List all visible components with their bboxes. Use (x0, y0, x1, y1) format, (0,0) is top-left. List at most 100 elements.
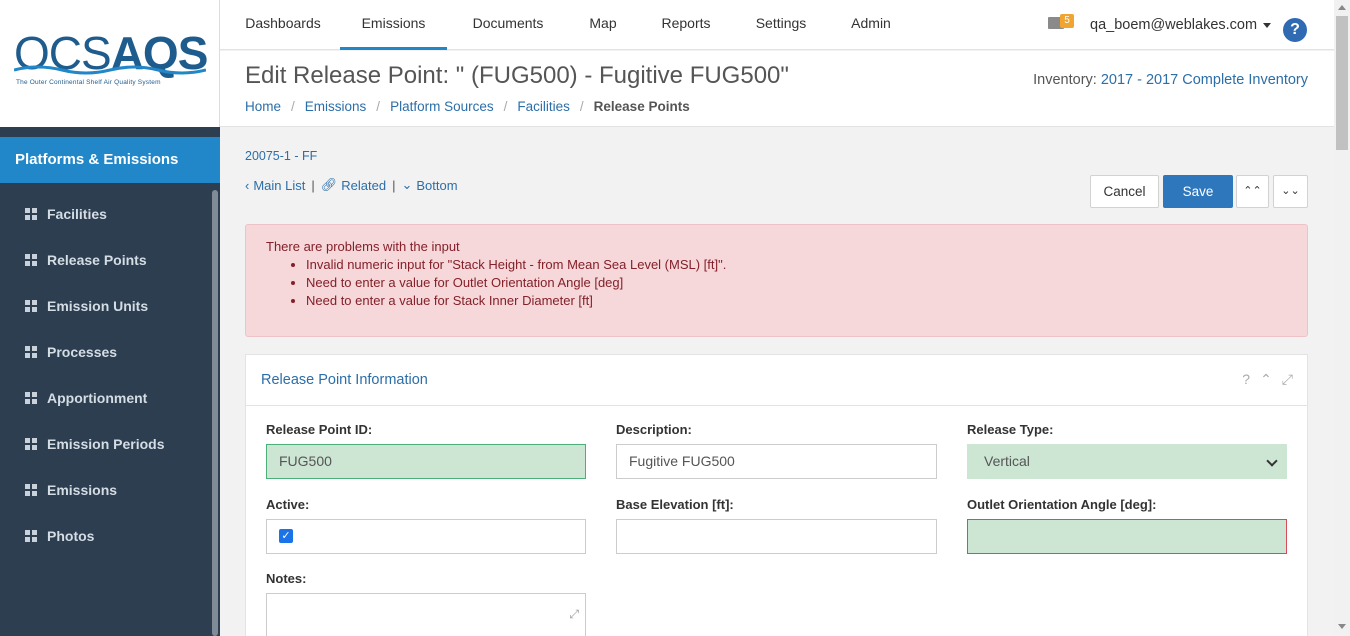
page-header: Edit Release Point: " (FUG500) - Fugitiv… (220, 51, 1334, 127)
active-field: ✓ (266, 519, 586, 554)
sidebar-item-emission-units[interactable]: Emission Units (0, 283, 210, 329)
sidebar-item-release-points[interactable]: Release Points (0, 237, 210, 283)
panel-title: Release Point Information (261, 372, 428, 388)
record-identifier[interactable]: 20075-1 - FF (245, 149, 317, 163)
inventory-label: Inventory: (1033, 72, 1097, 88)
sidebar-item-label: Release Points (47, 252, 147, 268)
cancel-button[interactable]: Cancel (1090, 175, 1159, 208)
release-point-id-field[interactable]: FUG500 (266, 444, 586, 479)
tab-map[interactable]: Map (588, 0, 618, 50)
scroll-thumb[interactable] (1336, 16, 1348, 150)
grid-icon (25, 300, 37, 312)
sidebar-item-emissions[interactable]: Emissions (0, 467, 210, 513)
resize-icon[interactable]: ⤢ (569, 598, 579, 631)
inventory-link[interactable]: 2017 - 2017 Complete Inventory (1101, 72, 1308, 88)
outlet-angle-field[interactable] (967, 519, 1287, 554)
chevron-up-icon[interactable]: ⌃ (1260, 371, 1272, 388)
sidebar-item-label: Facilities (47, 206, 107, 222)
sidebar-scrollbar[interactable] (212, 190, 218, 636)
breadcrumb-home[interactable]: Home (245, 99, 281, 114)
sidebar-item-apportionment[interactable]: Apportionment (0, 375, 210, 421)
sidebar-item-processes[interactable]: Processes (0, 329, 210, 375)
alert-item: Need to enter a value for Stack Inner Di… (306, 292, 1287, 310)
help-icon[interactable]: ? (1283, 18, 1307, 42)
active-checkbox[interactable]: ✓ (279, 529, 293, 543)
expand-icon[interactable]: ⤢ (1282, 371, 1293, 388)
alert-list: Invalid numeric input for "Stack Height … (306, 256, 1287, 310)
sidebar-item-label: Photos (47, 528, 95, 544)
page-title: Edit Release Point: " (FUG500) - Fugitiv… (245, 62, 789, 89)
base-elevation-label: Base Elevation [ft]: (616, 497, 734, 512)
breadcrumb-platform-sources[interactable]: Platform Sources (390, 99, 494, 114)
sidebar-item-label: Emissions (47, 482, 118, 498)
sidebar-item-label: Apportionment (47, 390, 148, 406)
sidebar-header[interactable]: Platforms & Emissions (0, 137, 220, 183)
tab-admin[interactable]: Admin (850, 0, 892, 50)
validation-alert: There are problems with the input Invali… (245, 224, 1308, 337)
base-elevation-field[interactable] (616, 519, 937, 554)
active-label: Active: (266, 497, 310, 512)
caret-down-icon (1263, 22, 1272, 28)
scroll-up-icon[interactable] (1338, 5, 1346, 10)
alert-item: Invalid numeric input for "Stack Height … (306, 256, 1287, 274)
chevron-down-icon: ⌄ (401, 177, 413, 192)
chevron-double-up-icon[interactable]: ⌃⌃ (1236, 175, 1269, 208)
description-field[interactable]: Fugitive FUG500 (616, 444, 937, 479)
release-point-panel: Release Point Information ? ⌃ ⤢ Release … (245, 354, 1308, 636)
main-list-link[interactable]: Main List (253, 178, 305, 193)
top-nav: Dashboards Emissions Documents Map Repor… (220, 0, 1334, 50)
release-type-value: Vertical (984, 453, 1030, 469)
sidebar: OCSAQS The Outer Continental Shelf Air Q… (0, 0, 220, 636)
link-icon: 🔗︎ (320, 177, 338, 192)
inventory-indicator: Inventory: 2017 - 2017 Complete Inventor… (1033, 72, 1308, 88)
release-type-label: Release Type: (967, 422, 1054, 437)
logo[interactable]: OCSAQS The Outer Continental Shelf Air Q… (0, 0, 220, 127)
tab-reports[interactable]: Reports (661, 0, 711, 50)
sidebar-item-label: Emission Units (47, 298, 149, 314)
sidebar-item-label: Emission Periods (47, 436, 165, 452)
grid-icon (25, 438, 37, 450)
question-icon[interactable]: ? (1242, 371, 1250, 388)
grid-icon (25, 254, 37, 266)
breadcrumb: Home / Emissions / Platform Sources / Facil… (245, 99, 690, 114)
breadcrumb-facilities[interactable]: Facilities (517, 99, 570, 114)
mail-count-badge: 5 (1060, 14, 1074, 28)
alert-title: There are problems with the input (266, 239, 460, 254)
wave-icon (14, 65, 206, 75)
grid-icon (25, 346, 37, 358)
tab-dashboards[interactable]: Dashboards (245, 0, 321, 50)
release-point-id-label: Release Point ID: (266, 422, 373, 437)
page-scrollbar[interactable] (1334, 0, 1350, 636)
chevron-double-down-icon[interactable]: ⌄⌄ (1273, 175, 1308, 208)
notes-label: Notes: (266, 571, 307, 586)
grid-icon (25, 530, 37, 542)
sidebar-item-emission-periods[interactable]: Emission Periods (0, 421, 210, 467)
chevron-left-icon: ‹ (245, 177, 250, 193)
bottom-link[interactable]: Bottom (416, 178, 457, 193)
tab-documents[interactable]: Documents (472, 0, 544, 50)
notes-textarea[interactable]: ⤢ (266, 593, 586, 636)
tab-emissions[interactable]: Emissions (340, 0, 447, 50)
user-menu[interactable]: qa_boem@weblakes.com (1090, 17, 1272, 33)
scroll-down-icon[interactable] (1338, 624, 1346, 629)
save-button[interactable]: Save (1163, 175, 1233, 208)
sidebar-nav: Facilities Release Points Emission Units… (0, 191, 210, 559)
chevron-down-icon (1266, 455, 1278, 467)
grid-icon (25, 208, 37, 220)
outlet-angle-label: Outlet Orientation Angle [deg]: (967, 497, 1157, 512)
sidebar-item-photos[interactable]: Photos (0, 513, 210, 559)
sidebar-item-facilities[interactable]: Facilities (0, 191, 210, 237)
breadcrumb-emissions[interactable]: Emissions (305, 99, 367, 114)
sidebar-item-label: Processes (47, 344, 118, 360)
panel-header: Release Point Information ? ⌃ ⤢ (246, 355, 1307, 406)
panel-tools: ? ⌃ ⤢ (1242, 371, 1293, 388)
related-link[interactable]: Related (341, 178, 386, 193)
logo-tagline: The Outer Continental Shelf Air Quality … (16, 79, 161, 86)
grid-icon (25, 484, 37, 496)
record-links: ‹ Main List | 🔗︎ Related | ⌄ Bottom (245, 177, 458, 193)
user-email: qa_boem@weblakes.com (1090, 17, 1258, 33)
release-type-select[interactable]: Vertical (967, 444, 1287, 479)
description-label: Description: (616, 422, 692, 437)
tab-settings[interactable]: Settings (755, 0, 807, 50)
alert-item: Need to enter a value for Outlet Orienta… (306, 274, 1287, 292)
